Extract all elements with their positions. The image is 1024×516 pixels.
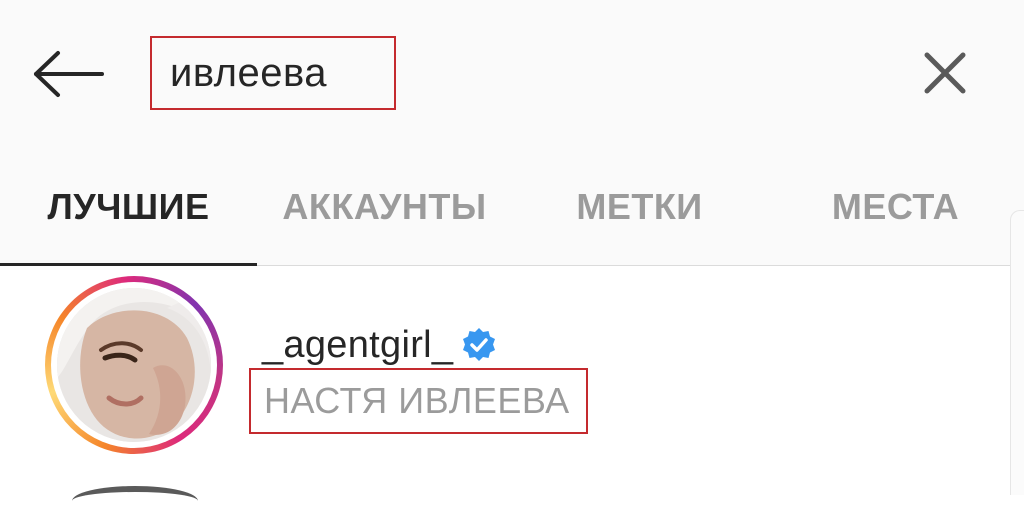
tab-accounts[interactable]: АККАУНТЫ xyxy=(257,148,512,265)
search-result-row[interactable]: _agentgirl_ НАСТЯ ИВЛЕЕВА xyxy=(0,266,1010,466)
search-input[interactable]: ивлеева xyxy=(150,36,396,110)
tab-tags[interactable]: МЕТКИ xyxy=(512,148,767,265)
clear-search-button[interactable] xyxy=(916,44,974,102)
tab-label: АККАУНТЫ xyxy=(282,185,487,227)
avatar xyxy=(57,288,211,442)
full-name: НАСТЯ ИВЛЕЕВА xyxy=(264,380,570,421)
scrollbar[interactable] xyxy=(1010,210,1024,495)
verified-badge-icon xyxy=(463,328,496,361)
username: _agentgirl_ xyxy=(262,323,454,366)
arrow-left-icon xyxy=(34,51,104,97)
search-header: ивлеева xyxy=(0,0,1024,148)
back-button[interactable] xyxy=(28,40,108,108)
search-tabs: ЛУЧШИЕ АККАУНТЫ МЕТКИ МЕСТА xyxy=(0,148,1024,266)
tab-top[interactable]: ЛУЧШИЕ xyxy=(0,148,257,266)
tab-label: МЕСТА xyxy=(831,185,960,227)
search-query-text: ивлеева xyxy=(170,50,328,95)
tab-label: МЕТКИ xyxy=(576,185,703,227)
next-result-avatar[interactable] xyxy=(72,486,198,516)
tab-places[interactable]: МЕСТА xyxy=(767,148,1024,265)
avatar-image xyxy=(57,288,211,442)
close-icon xyxy=(924,52,966,94)
tab-label: ЛУЧШИЕ xyxy=(47,185,210,227)
username-row: _agentgirl_ xyxy=(262,320,497,370)
full-name-highlight: НАСТЯ ИВЛЕЕВА xyxy=(249,368,588,434)
story-ring xyxy=(45,276,223,454)
